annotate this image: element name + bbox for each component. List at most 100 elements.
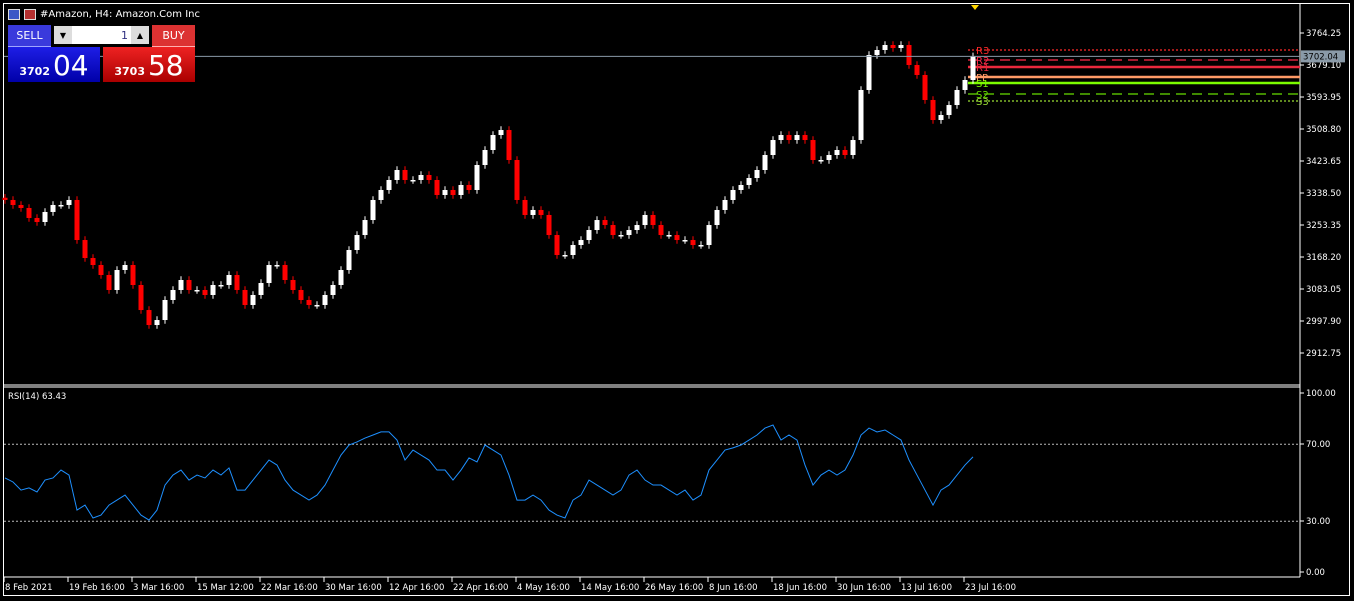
candle-body bbox=[226, 275, 232, 285]
candle-body bbox=[314, 304, 320, 307]
candle-body bbox=[882, 45, 888, 51]
current-price-label: 3702.04 bbox=[1303, 52, 1338, 62]
candle-body bbox=[58, 204, 64, 207]
price-tick-label: 3593.95 bbox=[1306, 93, 1341, 103]
candle-body bbox=[962, 79, 968, 90]
chart-title: #Amazon, H4: Amazon.Com Inc bbox=[40, 8, 200, 20]
chart-window: 3764.25 3679.10 3593.95 3508.80 3423.65 3338.… bbox=[0, 0, 1354, 601]
pivot-label-s3: S3 bbox=[976, 97, 989, 108]
candle-body bbox=[194, 289, 200, 292]
candle-body bbox=[250, 294, 256, 305]
time-tick-label: 13 Jul 16:00 bbox=[901, 583, 952, 593]
candle-body bbox=[754, 170, 760, 179]
candle-body bbox=[898, 45, 904, 49]
candle-body bbox=[738, 184, 744, 190]
candle-body bbox=[634, 225, 640, 231]
time-tick-label: 4 May 16:00 bbox=[517, 583, 570, 593]
candle-body bbox=[2, 197, 8, 200]
candle-body bbox=[138, 284, 144, 311]
candle-body bbox=[834, 150, 840, 156]
sell-button[interactable]: SELL bbox=[8, 25, 51, 47]
volume-input[interactable] bbox=[72, 26, 131, 44]
buy-button[interactable]: BUY bbox=[152, 25, 195, 47]
candle-body bbox=[514, 160, 520, 200]
ask-price-pips: 58 bbox=[147, 49, 184, 82]
candle-body bbox=[274, 265, 280, 267]
candle-body bbox=[474, 165, 480, 190]
candle-body bbox=[26, 207, 32, 218]
candle-body bbox=[922, 74, 928, 100]
candle-body bbox=[938, 115, 944, 121]
time-tick-label: 15 Mar 12:00 bbox=[197, 583, 254, 593]
candle-body bbox=[498, 130, 504, 136]
candle-body bbox=[626, 230, 632, 236]
candle-body bbox=[34, 217, 40, 223]
candle-body bbox=[362, 220, 368, 236]
candle-body bbox=[370, 199, 376, 221]
candle-body bbox=[50, 204, 56, 212]
candle-body bbox=[82, 240, 88, 259]
candle-body bbox=[698, 245, 704, 247]
ask-price[interactable]: 3703 58 bbox=[103, 47, 195, 82]
candle-body bbox=[946, 105, 952, 116]
candle-body bbox=[322, 294, 328, 305]
candle-body bbox=[74, 199, 80, 241]
time-tick-label: 8 Jun 16:00 bbox=[709, 583, 758, 593]
candle-body bbox=[122, 265, 128, 271]
candle-body bbox=[674, 235, 680, 241]
volume-increase-button[interactable]: ▲ bbox=[131, 26, 149, 44]
price-tick-label: 3679.10 bbox=[1306, 61, 1341, 71]
candle-body bbox=[586, 230, 592, 241]
price-tick-label: 3423.65 bbox=[1306, 157, 1341, 167]
candle-body bbox=[690, 240, 696, 246]
candle-body bbox=[442, 189, 448, 195]
time-tick-label: 18 Jun 16:00 bbox=[773, 583, 827, 593]
chart-canvas[interactable]: 3764.25 3679.10 3593.95 3508.80 3423.65 3338.… bbox=[0, 0, 1354, 601]
candle-body bbox=[506, 130, 512, 161]
candle-body bbox=[490, 135, 496, 151]
candle-body bbox=[722, 199, 728, 210]
rsi-label: RSI(14) 63.43 bbox=[8, 392, 66, 402]
time-tick-label: 26 May 16:00 bbox=[645, 583, 703, 593]
candle-body bbox=[394, 170, 400, 180]
time-tick-label: 19 Feb 16:00 bbox=[69, 583, 125, 593]
candle-body bbox=[114, 270, 120, 290]
candle-body bbox=[18, 204, 24, 208]
candle-body bbox=[866, 55, 872, 90]
price-tick-label: 2997.90 bbox=[1306, 317, 1341, 327]
chart-title-bar: #Amazon, H4: Amazon.Com Inc bbox=[8, 7, 200, 21]
price-tick-label: 2912.75 bbox=[1306, 349, 1341, 359]
candle-body bbox=[650, 214, 656, 226]
candle-body bbox=[234, 275, 240, 290]
candle-body bbox=[954, 89, 960, 106]
candle-body bbox=[218, 284, 224, 287]
candle-body bbox=[290, 279, 296, 290]
candle-body bbox=[602, 220, 608, 226]
candle-body bbox=[594, 220, 600, 231]
candle-body bbox=[482, 150, 488, 166]
rsi-tick-label: 0.00 bbox=[1306, 568, 1325, 578]
time-tick-label: 3 Mar 16:00 bbox=[133, 583, 184, 593]
bid-price[interactable]: 3702 04 bbox=[8, 47, 100, 82]
one-click-trading-panel: SELL ▼ ▲ BUY 3702 04 3703 58 bbox=[8, 25, 195, 82]
time-tick-label: 12 Apr 16:00 bbox=[389, 583, 444, 593]
bid-price-prefix: 3702 bbox=[19, 65, 50, 78]
time-tick-label: 22 Apr 16:00 bbox=[453, 583, 508, 593]
candle-body bbox=[410, 179, 416, 182]
chart-window-icon bbox=[8, 8, 20, 20]
price-tick-label: 3253.35 bbox=[1306, 221, 1341, 231]
volume-decrease-button[interactable]: ▼ bbox=[54, 26, 72, 44]
candle-body bbox=[162, 299, 168, 321]
price-tick-label: 3508.80 bbox=[1306, 125, 1341, 135]
candle-body bbox=[386, 179, 392, 190]
candle-body bbox=[810, 140, 816, 161]
candle-body bbox=[970, 56, 976, 80]
bid-price-pips: 04 bbox=[52, 49, 89, 82]
candle-body bbox=[210, 284, 216, 295]
candle-body bbox=[730, 189, 736, 200]
rsi-tick-label: 70.00 bbox=[1306, 440, 1330, 450]
time-tick-label: 30 Mar 16:00 bbox=[325, 583, 382, 593]
candle-body bbox=[706, 225, 712, 246]
candle-body bbox=[682, 240, 688, 242]
price-tick-label: 3338.50 bbox=[1306, 189, 1341, 199]
